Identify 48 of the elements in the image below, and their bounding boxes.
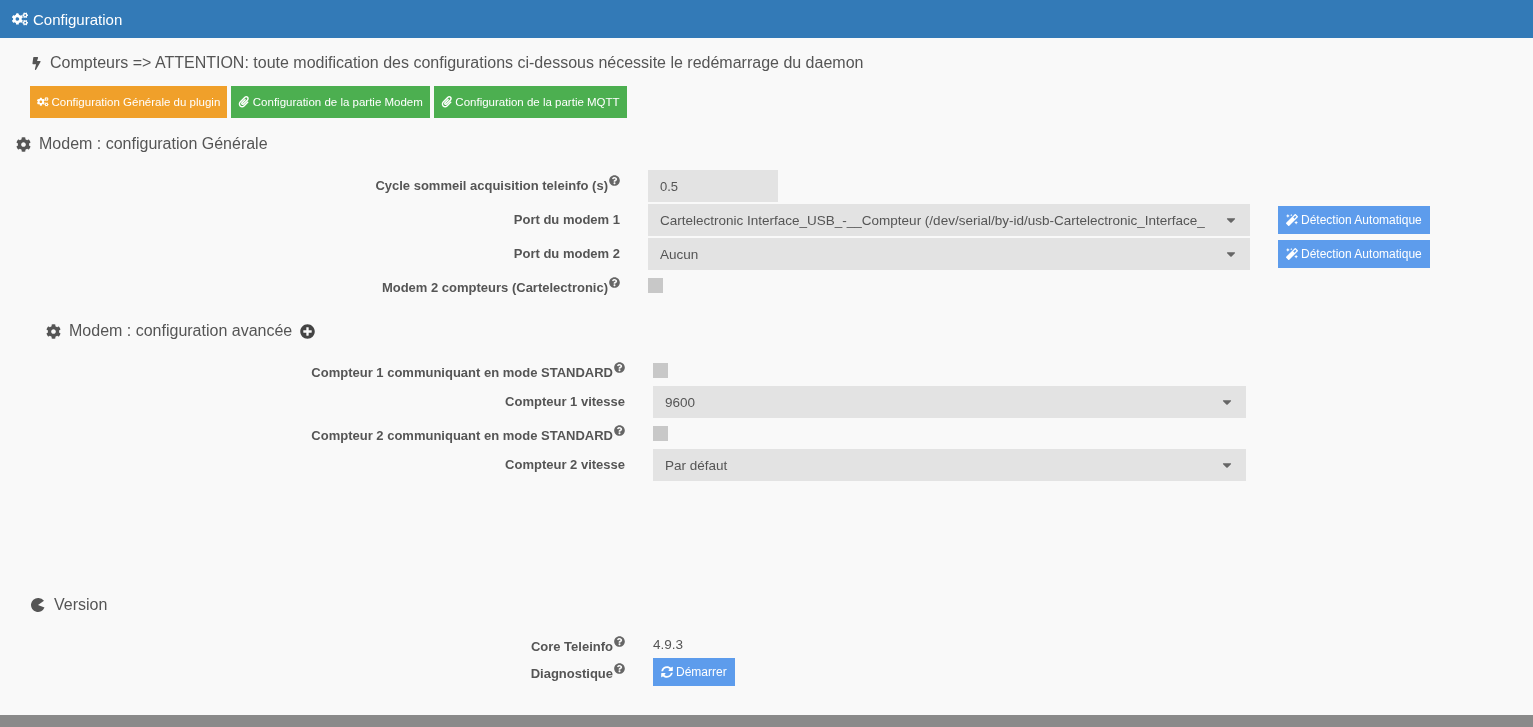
section-title: Modem : configuration Générale xyxy=(39,135,268,153)
field-label: Diagnostique xyxy=(530,666,613,681)
header-title: Configuration xyxy=(33,10,123,28)
help-icon[interactable] xyxy=(614,636,625,647)
field-label: Port du modem 1 xyxy=(513,212,620,227)
nav-button[interactable]: Configuration de la partie Modem xyxy=(231,86,430,118)
expand-icon[interactable] xyxy=(300,323,316,339)
field-label: Modem 2 compteurs (Cartelectronic) xyxy=(381,280,608,295)
field-label: Compteur 2 communiquant en mode STANDARD xyxy=(311,428,613,443)
gears-icon xyxy=(37,96,49,108)
text-field[interactable]: 0.5 xyxy=(648,170,778,202)
auto-detect-button[interactable]: Détection Automatique xyxy=(1278,240,1430,268)
auto-detect-button[interactable]: Détection Automatique xyxy=(1278,206,1430,234)
help-icon[interactable] xyxy=(614,425,625,436)
field-label: Port du modem 2 xyxy=(513,246,620,261)
gear-icon xyxy=(46,323,61,339)
gears-icon xyxy=(12,11,28,27)
help-icon[interactable] xyxy=(609,277,620,288)
paperclip-icon xyxy=(440,96,453,108)
dropdown-select[interactable]: Aucun xyxy=(648,238,1250,270)
dropdown-select[interactable]: 9600 xyxy=(653,386,1246,418)
dropdown-select[interactable]: Cartelectronic Interface_USB_-__Compteur (/dev/serial/by-id/usb-Cartelectronic_Interface_ xyxy=(648,204,1250,236)
paperclip-icon xyxy=(238,96,250,108)
field-label: Core Teleinfo xyxy=(530,639,613,654)
warning-text: Compteurs => ATTENTION: toute modification des configurations ci-dessous nécessite le redémarrage du daemon xyxy=(50,54,864,72)
field-label: Compteur 1 vitesse xyxy=(505,394,625,409)
refresh-icon xyxy=(661,666,673,678)
version-value: 4.9.3 xyxy=(653,636,684,654)
magic-wand-icon xyxy=(1286,248,1298,260)
magic-wand-icon xyxy=(1286,214,1298,226)
field-label: Compteur 2 vitesse xyxy=(505,457,625,472)
bolt-icon xyxy=(30,56,43,70)
help-icon[interactable] xyxy=(609,175,620,186)
checkbox[interactable] xyxy=(648,278,663,293)
nav-button[interactable]: Configuration Générale du plugin xyxy=(30,86,228,118)
dropdown-select[interactable]: Par défaut xyxy=(653,449,1246,481)
start-button[interactable]: Démarrer xyxy=(653,658,735,686)
gear-icon xyxy=(16,136,31,152)
pie-icon xyxy=(30,597,46,613)
field-label: Cycle sommeil acquisition teleinfo (s) xyxy=(375,178,608,193)
section-title: Modem : configuration avancée xyxy=(69,322,293,340)
checkbox[interactable] xyxy=(653,426,668,441)
help-icon[interactable] xyxy=(614,362,625,373)
nav-button[interactable]: Configuration de la partie MQTT xyxy=(433,86,627,118)
field-label: Compteur 1 communiquant en mode STANDARD xyxy=(311,365,613,380)
help-icon[interactable] xyxy=(614,663,625,674)
checkbox[interactable] xyxy=(653,363,668,378)
section-title: Version xyxy=(54,596,108,614)
